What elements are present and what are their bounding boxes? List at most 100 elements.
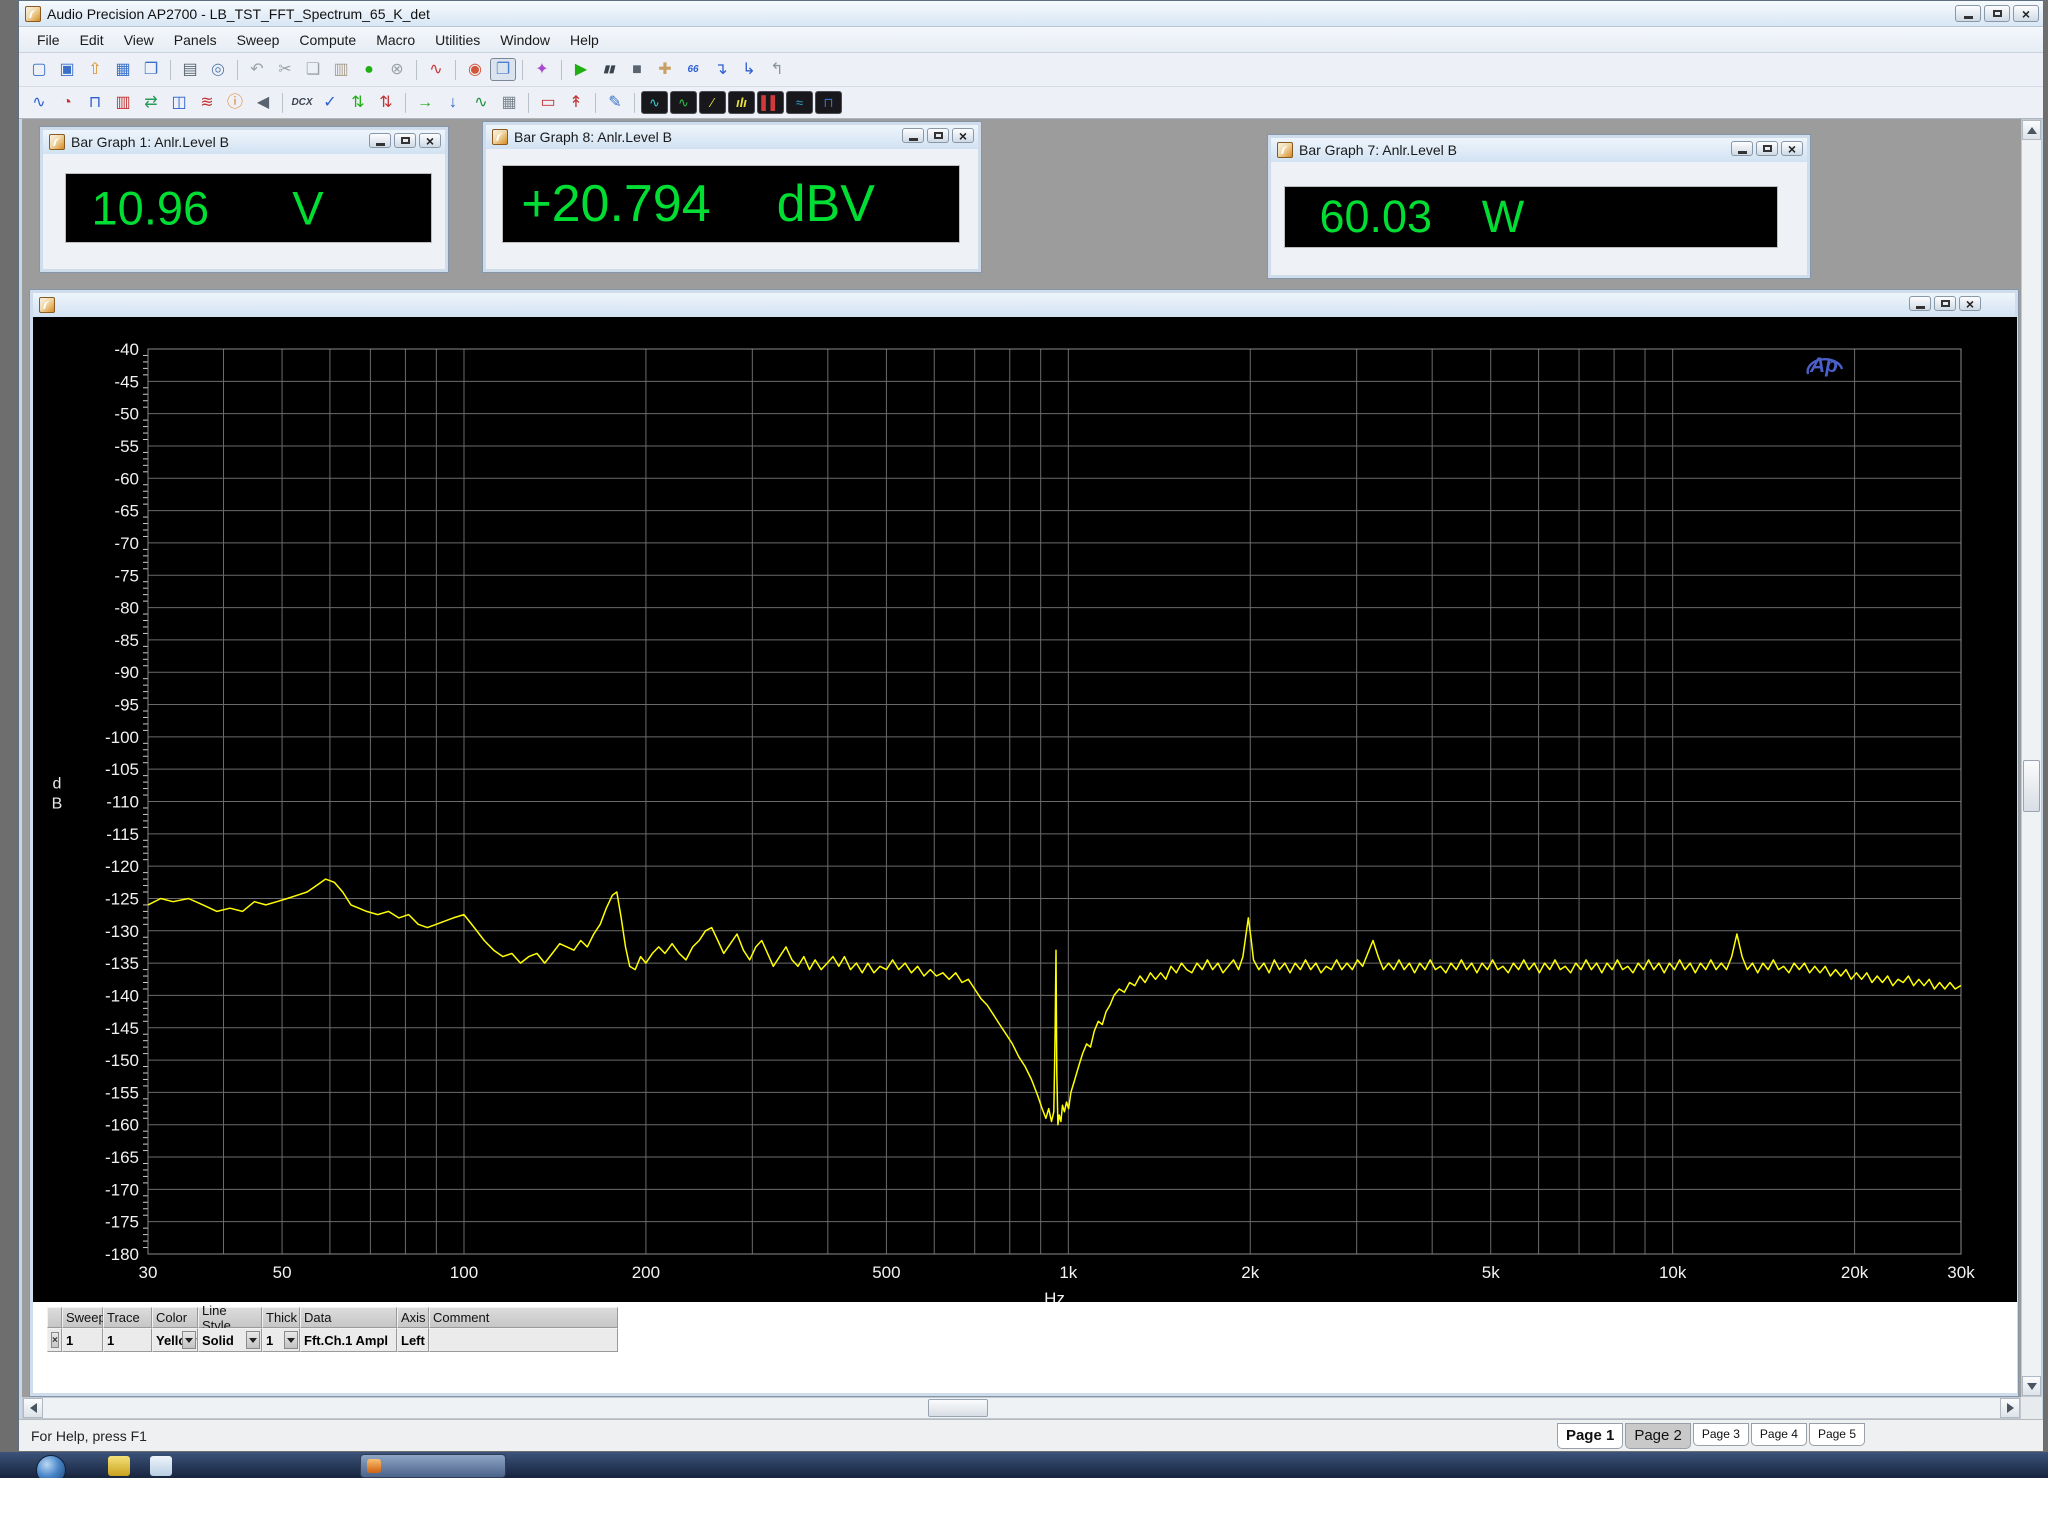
wizard-icon[interactable]: ✦	[529, 58, 555, 81]
graph-window-titlebar[interactable]	[33, 293, 2015, 317]
row-selector-cell[interactable]: ×	[47, 1328, 62, 1352]
pan-hand-icon[interactable]: ✚	[652, 58, 678, 81]
graph-preset-7-icon[interactable]: ⊓	[815, 91, 842, 114]
tab-page-1[interactable]: Page 1	[1557, 1423, 1623, 1449]
cell-color[interactable]: Yellow	[152, 1328, 198, 1352]
play-icon[interactable]: ▶	[568, 58, 594, 81]
close-button[interactable]	[1781, 141, 1803, 156]
tab-page-3[interactable]: Page 3	[1693, 1423, 1749, 1446]
stop-icon[interactable]: ■	[624, 58, 650, 81]
dcx-icon[interactable]: DCX	[289, 91, 315, 114]
vertical-scroll-thumb[interactable]	[2023, 760, 2040, 812]
paste-icon[interactable]: ▥	[328, 58, 354, 81]
tab-page-4[interactable]: Page 4	[1751, 1423, 1807, 1446]
analog-generator-icon[interactable]: ∿	[26, 91, 52, 114]
minimize-button[interactable]	[1731, 141, 1753, 156]
scroll-right-button[interactable]	[2000, 1398, 2020, 1418]
bar-graph-8-titlebar[interactable]: Bar Graph 8: Anlr.Level B	[486, 125, 978, 149]
bar-graph-1-window[interactable]: Bar Graph 1: Anlr.Level B 10.96 V	[39, 126, 449, 273]
menu-macro[interactable]: Macro	[366, 29, 425, 51]
copy-icon[interactable]: ❏	[300, 58, 326, 81]
scroll-left-button[interactable]	[23, 1398, 43, 1418]
digital-analyzer-icon[interactable]: ▥	[110, 91, 136, 114]
bar-graph-7-window[interactable]: Bar Graph 7: Anlr.Level B 60.03 W	[1267, 134, 1811, 279]
save-test-icon[interactable]: ▦	[110, 58, 136, 81]
graph-preset-2-icon[interactable]: ∿	[670, 91, 697, 114]
settling-info-icon[interactable]: ⓘ	[222, 91, 248, 114]
close-button[interactable]	[1959, 296, 1981, 311]
undo-icon[interactable]: ↶	[244, 58, 270, 81]
bar-graph-8-window[interactable]: Bar Graph 8: Anlr.Level B +20.794 dBV	[482, 121, 982, 273]
restore-button[interactable]	[1756, 141, 1778, 156]
tab-page-2[interactable]: Page 2	[1625, 1423, 1691, 1449]
bar-graph-panel-icon[interactable]: ▭	[535, 91, 561, 114]
menu-help[interactable]: Help	[560, 29, 609, 51]
sweep-single-icon[interactable]: ↓	[440, 91, 466, 114]
menu-file[interactable]: File	[27, 29, 70, 51]
restore-button[interactable]	[927, 128, 949, 143]
scroll-down-button[interactable]	[2022, 1376, 2041, 1396]
step-out-icon[interactable]: ↰	[764, 58, 790, 81]
vertical-scrollbar[interactable]	[2021, 119, 2042, 1397]
graph-panel-icon[interactable]: ∿	[468, 91, 494, 114]
cell-line-style[interactable]: Solid	[198, 1328, 262, 1352]
step-into-icon[interactable]: ↴	[708, 58, 734, 81]
settling-marker-red-icon[interactable]: ⇅	[373, 91, 399, 114]
probe-icon[interactable]: ✓	[317, 91, 343, 114]
dropdown-button[interactable]	[182, 1331, 196, 1349]
restore-button[interactable]	[1934, 296, 1956, 311]
abort-icon[interactable]: ⊗	[384, 58, 410, 81]
regulation-icon[interactable]: ↟	[563, 91, 589, 114]
print-preview-icon[interactable]: ◎	[205, 58, 231, 81]
macro-editor-icon[interactable]: ✎	[602, 91, 628, 114]
new-test-icon[interactable]: ▢	[26, 58, 52, 81]
step-over-icon[interactable]: ↳	[736, 58, 762, 81]
monitor-icon[interactable]: 66	[680, 58, 706, 81]
menu-window[interactable]: Window	[490, 29, 560, 51]
menu-utilities[interactable]: Utilities	[425, 29, 490, 51]
graph-preset-5-icon[interactable]: ▌▌	[757, 91, 784, 114]
graph-preset-3-icon[interactable]: ⁄	[699, 91, 726, 114]
taskbar-window-button[interactable]	[360, 1454, 506, 1478]
taskbar-app2-icon[interactable]	[150, 1456, 172, 1476]
cell-sweep[interactable]: 1	[62, 1328, 103, 1352]
graph-preset-1-icon[interactable]: ∿	[641, 91, 668, 114]
show-panels-icon[interactable]: ❐	[490, 58, 516, 81]
save-all-icon[interactable]: ❐	[138, 58, 164, 81]
bar-graph-7-titlebar[interactable]: Bar Graph 7: Anlr.Level B	[1271, 138, 1807, 162]
tab-page-5[interactable]: Page 5	[1809, 1423, 1865, 1446]
close-button[interactable]	[419, 133, 441, 148]
scroll-up-button[interactable]	[2022, 120, 2041, 140]
menu-panels[interactable]: Panels	[164, 29, 227, 51]
cell-thick[interactable]: 1	[262, 1328, 300, 1352]
bar-graph-1-titlebar[interactable]: Bar Graph 1: Anlr.Level B	[43, 130, 445, 154]
sweep-start-icon[interactable]: →	[412, 91, 438, 114]
speaker-icon[interactable]: ◀	[250, 91, 276, 114]
analog-analyzer-icon[interactable]: ◔	[54, 91, 80, 114]
graph-preset-4-icon[interactable]: ılı	[728, 91, 755, 114]
open-test-icon[interactable]: ⇧	[82, 58, 108, 81]
graph-preset-6-icon[interactable]: ≈	[786, 91, 813, 114]
print-icon[interactable]: ▤	[177, 58, 203, 81]
pause-icon[interactable]: ▮▮	[596, 58, 622, 81]
restore-button[interactable]	[394, 133, 416, 148]
go-icon[interactable]: ●	[356, 58, 382, 81]
menu-sweep[interactable]: Sweep	[227, 29, 290, 51]
hide-panels-icon[interactable]: ◉	[462, 58, 488, 81]
menu-view[interactable]: View	[114, 29, 164, 51]
menu-compute[interactable]: Compute	[289, 29, 366, 51]
maximize-button[interactable]	[1984, 5, 2010, 22]
minimize-button[interactable]	[902, 128, 924, 143]
dropdown-button[interactable]	[284, 1331, 298, 1349]
color-graph-icon[interactable]: ∿	[423, 58, 449, 81]
cell-comment[interactable]	[429, 1328, 618, 1352]
bitstream-icon[interactable]: ≋	[194, 91, 220, 114]
cut-icon[interactable]: ✂	[272, 58, 298, 81]
digital-generator-icon[interactable]: ⊓	[82, 91, 108, 114]
horizontal-scrollbar[interactable]	[22, 1397, 2021, 1419]
close-button[interactable]	[952, 128, 974, 143]
minimize-button[interactable]	[1955, 5, 1981, 22]
append-test-icon[interactable]: ▣	[54, 58, 80, 81]
cell-data[interactable]: Fft.Ch.1 Ampl	[300, 1328, 397, 1352]
swept-settling-icon[interactable]: ⇄	[138, 91, 164, 114]
